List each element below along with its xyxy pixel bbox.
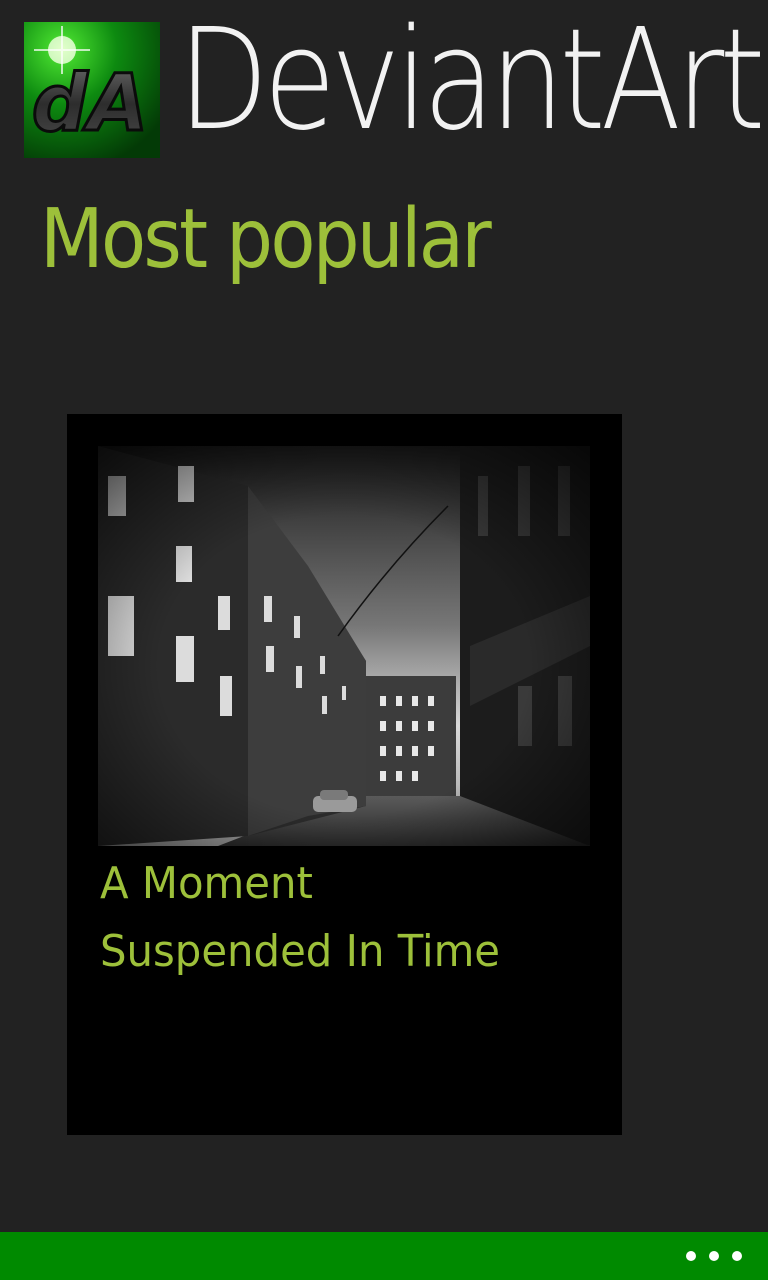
ellipsis-icon[interactable]: [686, 1240, 742, 1272]
dot: [686, 1251, 696, 1261]
dot: [709, 1251, 719, 1261]
screen: dA DeviantArt Most popular A Moment Susp…: [0, 0, 768, 1280]
app-title: DeviantArt: [178, 0, 765, 162]
app-bar: [0, 1232, 768, 1280]
svg-text:dA: dA: [32, 59, 148, 149]
section-title: Most popular: [40, 192, 492, 287]
artwork-thumbnail: [98, 446, 590, 846]
artwork-title: A Moment Suspended In Time: [100, 858, 501, 977]
deviantart-logo-icon: dA: [24, 22, 160, 158]
dot: [732, 1251, 742, 1261]
art-tile[interactable]: A Moment Suspended In Time: [67, 414, 622, 1135]
